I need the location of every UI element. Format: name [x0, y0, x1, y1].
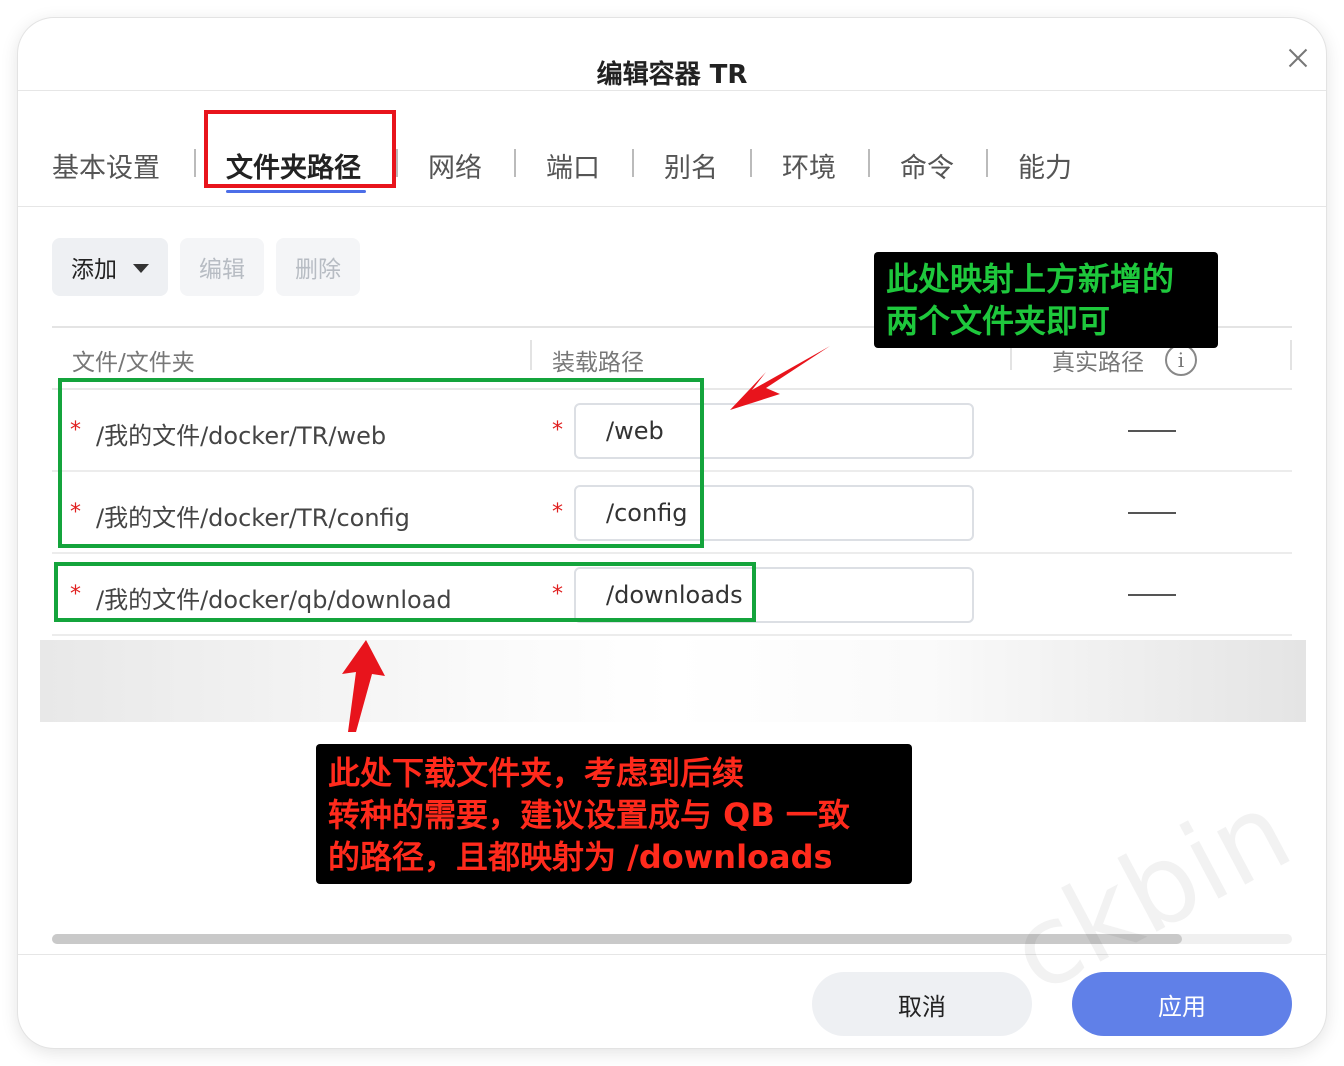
divider: [18, 206, 1326, 207]
delete-button[interactable]: 删除: [276, 238, 360, 296]
annotation-note-green: 此处映射上方新增的 两个文件夹即可: [874, 252, 1218, 348]
empty-table-area: [40, 640, 1306, 722]
tab-divider: [514, 149, 516, 177]
annotation-box-green: [58, 378, 704, 548]
info-icon[interactable]: i: [1165, 344, 1197, 376]
column-header-mount: 装载路径: [552, 350, 644, 376]
scrollbar-thumb[interactable]: [52, 934, 1182, 944]
active-tab-indicator: [226, 190, 366, 193]
real-path-empty: [1128, 594, 1176, 596]
tab-network[interactable]: 网络: [428, 146, 482, 185]
add-button-label: 添加: [71, 257, 117, 283]
tab-basic-settings[interactable]: 基本设置: [52, 146, 160, 185]
add-button[interactable]: 添加: [52, 238, 168, 296]
horizontal-scrollbar[interactable]: [52, 934, 1292, 944]
real-path-empty: [1128, 430, 1176, 432]
cancel-button[interactable]: 取消: [812, 972, 1032, 1036]
dialog-title: 编辑容器 TR: [596, 60, 748, 90]
annotation-note-red: 此处下载文件夹，考虑到后续 转种的需要，建议设置成与 QB 一致 的路径，且都映…: [316, 744, 912, 884]
tab-alias[interactable]: 别名: [664, 146, 718, 185]
tab-divider: [194, 149, 196, 177]
divider: [18, 90, 1326, 91]
tab-ports[interactable]: 端口: [546, 146, 600, 185]
column-header-source: 文件/文件夹: [72, 350, 195, 376]
column-header-real-path: 真实路径: [1052, 350, 1144, 376]
chevron-down-icon: [133, 264, 149, 273]
tab-divider: [632, 149, 634, 177]
apply-button[interactable]: 应用: [1072, 972, 1292, 1036]
tab-command[interactable]: 命令: [900, 146, 954, 185]
real-path-empty: [1128, 512, 1176, 514]
tab-divider: [750, 149, 752, 177]
column-divider: [1290, 340, 1292, 370]
tab-environment[interactable]: 环境: [782, 146, 836, 185]
close-icon[interactable]: [1280, 40, 1316, 76]
annotation-box-green: [54, 562, 756, 622]
edit-button[interactable]: 编辑: [180, 238, 264, 296]
tab-capabilities[interactable]: 能力: [1018, 146, 1072, 185]
tab-divider: [986, 149, 988, 177]
annotation-box-red: [204, 110, 396, 188]
divider: [18, 954, 1326, 955]
tab-divider: [868, 149, 870, 177]
tab-divider: [396, 149, 398, 177]
column-divider: [530, 340, 532, 370]
